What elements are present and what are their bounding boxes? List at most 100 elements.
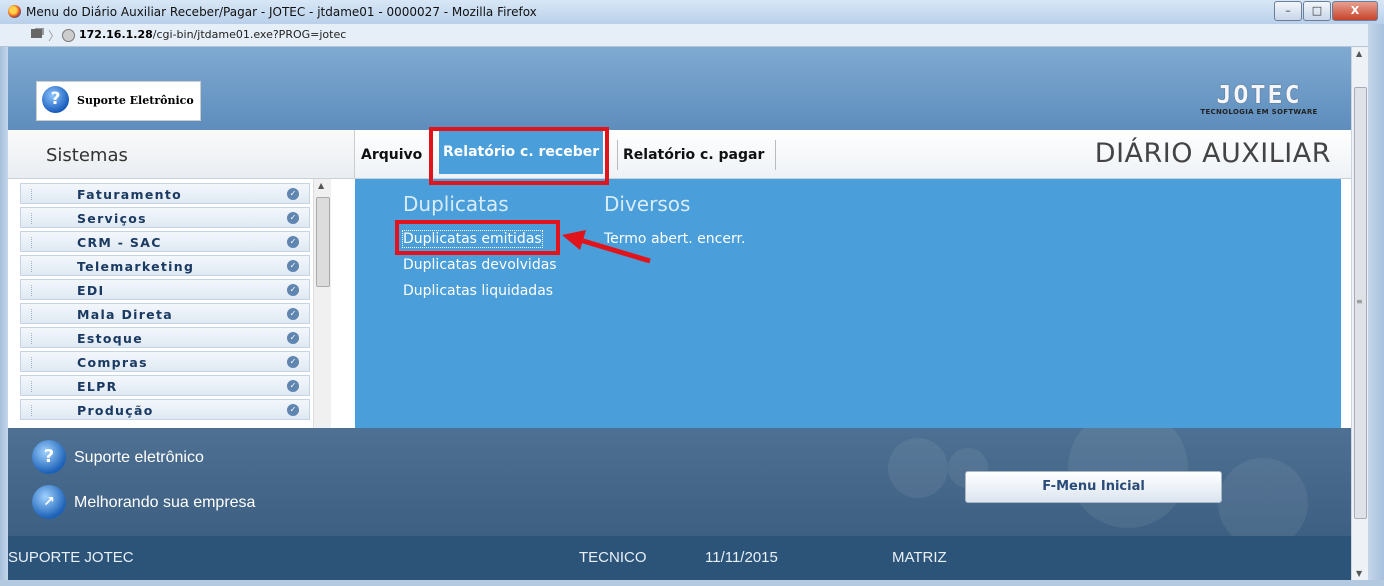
address-bar[interactable]: 〉 172.16.1.28/cgi-bin/jtdame01.exe?PROG=… [0,24,1384,47]
menu-bar: Arquivo Relatório c. receber Relatório c… [355,130,1351,179]
logo-tagline: TECNOLOGIA EM SOFTWARE [1200,108,1318,116]
window-border-right [1368,24,1384,586]
group-title-diversos: Diversos [604,192,691,216]
status-bar: SUPORTE JOTEC TECNICO 11/11/2015 MATRIZ [8,536,1351,580]
maximize-button[interactable]: □ [1303,1,1331,21]
footer-band: ? Suporte eletrônico ↗ Melhorando sua em… [8,428,1351,536]
sidebar-item-faturamento[interactable]: Faturamento ✓ [20,183,310,204]
sidebar-item-label: Telemarketing [77,259,195,274]
submenu-panel: Duplicatas Duplicatas emitidas Duplicata… [355,179,1341,428]
sidebar: Faturamento ✓ Serviços ✓ CRM - SAC ✓ Tel… [8,179,354,428]
menu-divider [617,140,618,170]
window-border-bottom [0,580,1384,586]
suporte-eletronico-button[interactable]: ? Suporte Eletrônico [36,81,201,121]
status-date: 11/11/2015 [705,549,778,566]
check-icon: ✓ [287,332,299,344]
status-branch: MATRIZ [892,549,947,566]
check-icon: ✓ [287,260,299,272]
page-content: ? Suporte Eletrônico JOTEC TECNOLOGIA EM… [8,47,1351,580]
drag-handle-icon [31,237,34,248]
link-duplicatas-devolvidas[interactable]: Duplicatas devolvidas [403,257,557,273]
link-duplicatas-emitidas[interactable]: Duplicatas emitidas [402,230,543,248]
scroll-down-icon[interactable]: ▼ [1356,569,1362,578]
window-border-left [0,47,8,586]
chart-growth-icon: ↗ [32,485,66,519]
menu-relatorio-pagar[interactable]: Relatório c. pagar [623,147,764,163]
check-icon: ✓ [287,404,299,416]
help-icon: ? [32,440,66,474]
check-icon: ✓ [287,308,299,320]
menu-inicial-button[interactable]: F-Menu Inicial [965,471,1222,503]
drag-handle-icon [31,213,34,224]
sidebar-item-label: ELPR [77,379,118,394]
check-icon: ✓ [287,188,299,200]
close-button[interactable]: X [1332,1,1378,21]
window-controls: – □ X [1273,1,1378,21]
sidebar-scrollbar[interactable]: ▲ [313,179,331,428]
tab-groups-icon[interactable] [31,29,42,38]
drag-handle-icon [31,357,34,368]
scroll-up-icon[interactable]: ▲ [1356,49,1362,58]
suporte-label: Suporte Eletrônico [77,94,194,107]
menu-relatorio-receber[interactable]: Relatório c. receber [439,130,604,174]
logo-wordmark: JOTEC [1216,80,1302,109]
check-icon: ✓ [287,236,299,248]
status-company: SUPORTE JOTEC [8,549,134,566]
sidebar-item-label: Faturamento [77,187,182,202]
sistemas-header: Sistemas [8,130,355,179]
check-icon: ✓ [287,380,299,392]
drag-handle-icon [31,405,34,416]
firefox-icon [8,5,21,18]
sidebar-item-label: Produção [77,403,154,418]
group-title-duplicatas: Duplicatas [403,192,509,216]
check-icon: ✓ [287,356,299,368]
drag-handle-icon [31,333,34,344]
page-scrollbar[interactable]: ▲ ≡ ▼ [1351,47,1368,580]
footer-slogan-text: Melhorando sua empresa [74,494,256,511]
sidebar-item-label: Serviços [77,211,147,226]
drag-handle-icon [31,381,34,392]
status-user: TECNICO [579,549,647,566]
page-title: DIÁRIO AUXILIAR [1094,138,1331,169]
footer-suporte-text: Suporte eletrônico [74,449,204,466]
sistemas-label: Sistemas [46,145,128,166]
url-text[interactable]: 172.16.1.28/cgi-bin/jtdame01.exe?PROG=jo… [79,28,346,41]
decorative-circle [1218,458,1308,536]
sidebar-item-label: EDI [77,283,105,298]
sidebar-item-crm-sac[interactable]: CRM - SAC ✓ [20,231,310,252]
sidebar-item-label: CRM - SAC [77,235,162,250]
sidebar-item-mala-direta[interactable]: Mala Direta ✓ [20,303,310,324]
drag-handle-icon [31,309,34,320]
sidebar-item-producao[interactable]: Produção ✓ [20,399,310,420]
window-title: Menu do Diário Auxiliar Receber/Pagar - … [26,5,537,19]
scrollbar-thumb[interactable] [316,197,330,287]
page-header: ? Suporte Eletrônico JOTEC TECNOLOGIA EM… [8,47,1351,130]
check-icon: ✓ [287,284,299,296]
sidebar-item-label: Estoque [77,331,143,346]
sidebar-item-edi[interactable]: EDI ✓ [20,279,310,300]
sidebar-item-servicos[interactable]: Serviços ✓ [20,207,310,228]
check-icon: ✓ [287,212,299,224]
minimize-button[interactable]: – [1274,1,1302,21]
drag-handle-icon [31,285,34,296]
sidebar-item-elpr[interactable]: ELPR ✓ [20,375,310,396]
window-titlebar: Menu do Diário Auxiliar Receber/Pagar - … [0,0,1384,25]
decorative-circle [888,438,948,498]
help-icon: ? [42,86,69,113]
sidebar-item-compras[interactable]: Compras ✓ [20,351,310,372]
sidebar-item-telemarketing[interactable]: Telemarketing ✓ [20,255,310,276]
sidebar-item-label: Mala Direta [77,307,173,322]
drag-handle-icon [31,189,34,200]
scroll-grip-icon: ≡ [1356,297,1363,306]
annotation-arrow-icon [562,230,651,264]
menu-divider [775,140,776,170]
jotec-logo: JOTEC TECNOLOGIA EM SOFTWARE [1189,82,1329,122]
globe-icon [62,29,75,42]
url-host: 172.16.1.28 [79,28,153,41]
menu-arquivo[interactable]: Arquivo [361,147,422,163]
scroll-up-icon[interactable]: ▲ [318,181,324,190]
url-path: /cgi-bin/jtdame01.exe?PROG=jotec [152,28,347,41]
sidebar-item-estoque[interactable]: Estoque ✓ [20,327,310,348]
link-duplicatas-liquidadas[interactable]: Duplicatas liquidadas [403,283,553,299]
sidebar-item-label: Compras [77,355,148,370]
